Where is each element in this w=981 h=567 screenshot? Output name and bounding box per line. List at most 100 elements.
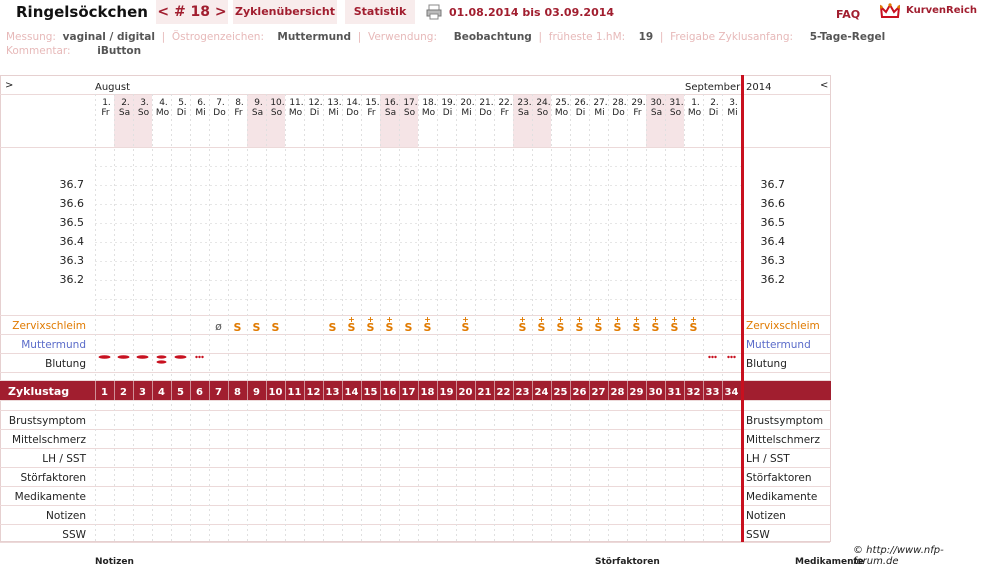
bleeding-medium xyxy=(117,355,130,359)
cycle-day-number: 23 xyxy=(516,387,530,398)
date-label: 3. xyxy=(729,98,738,108)
date-label: 15. xyxy=(365,98,379,108)
bleeding-medium xyxy=(136,355,149,359)
weekday-label: Sa xyxy=(119,108,130,118)
row-label-cervix_pos: Muttermund xyxy=(21,339,86,351)
cycle-day-number: 19 xyxy=(440,387,454,398)
temp-tick-left: 36.5 xyxy=(60,216,85,229)
weekday-label: Mi xyxy=(461,108,471,118)
weekday-label: Sa xyxy=(385,108,396,118)
row-label-lh: LH / SST xyxy=(42,453,86,465)
cycle-day-number: 21 xyxy=(478,387,492,398)
cervix-mark-s: S xyxy=(272,321,280,334)
date-label: 19. xyxy=(441,98,455,108)
cervix-mark-plus: + xyxy=(595,315,602,324)
cervix-mark-plus: + xyxy=(519,315,526,324)
weekday-label: Mo xyxy=(422,108,436,118)
weekday-label: Mi xyxy=(594,108,604,118)
cycle-day-number: 29 xyxy=(630,387,644,398)
cervix-mark-s: S xyxy=(253,321,261,334)
bleeding-spot xyxy=(195,355,198,359)
row-label-notes: Notizen xyxy=(46,510,86,522)
date-label: 16. xyxy=(384,98,398,108)
date-label: 23. xyxy=(517,98,531,108)
row-label-right-lh: LH / SST xyxy=(746,453,790,465)
date-label: 22. xyxy=(498,98,512,108)
date-label: 13. xyxy=(327,98,341,108)
date-label: 26. xyxy=(574,98,588,108)
weekday-label: Do xyxy=(213,108,226,118)
weekday-label: So xyxy=(138,108,150,118)
row-label-cervix: Zervixschleim xyxy=(12,320,86,332)
bleeding-medium xyxy=(174,355,187,359)
cycle-day-number: 32 xyxy=(687,387,701,398)
cycle-day-number: 4 xyxy=(158,387,165,398)
weekday-label: Sa xyxy=(518,108,529,118)
cervix-mark-plus: + xyxy=(367,315,374,324)
cervix-mark-s: S xyxy=(329,321,337,334)
cervix-mark-plus: + xyxy=(690,315,697,324)
cervix-mark-plus: + xyxy=(633,315,640,324)
cervix-mark-plus: + xyxy=(557,315,564,324)
weekday-label: Fr xyxy=(500,108,509,118)
weekday-label: Di xyxy=(310,108,319,118)
row-label-right-cervix: Zervixschleim xyxy=(746,320,820,332)
cycle-chart: > <August September 20141.Fr2.Sa3.So4.Mo5.D… xyxy=(0,75,831,543)
row-label-right-notes: Notizen xyxy=(746,510,786,522)
cycle-day-number: 27 xyxy=(592,387,606,398)
row-label-right-bleeding: Blutung xyxy=(746,358,787,370)
row-label-bleeding: Blutung xyxy=(45,358,86,370)
date-label: 30. xyxy=(650,98,664,108)
row-label-right-midpain: Mittelschmerz xyxy=(746,434,820,446)
footer-disturb-label: Störfaktoren xyxy=(595,557,660,567)
row-label-ssw: SSW xyxy=(62,529,86,541)
nav-prev-button[interactable]: > xyxy=(5,80,13,91)
bleeding-heavy xyxy=(156,355,167,359)
row-label-right-breast: Brustsymptom xyxy=(746,415,823,427)
date-label: 24. xyxy=(536,98,550,108)
cervix-mark-s: S xyxy=(234,321,242,334)
date-label: 1. xyxy=(691,98,700,108)
date-label: 18. xyxy=(422,98,436,108)
weekday-label: Mi xyxy=(195,108,205,118)
weekday-label: Fr xyxy=(101,108,110,118)
weekday-label: So xyxy=(670,108,682,118)
cycle-day-number: 12 xyxy=(307,387,321,398)
cervix-mark-plus: + xyxy=(386,315,393,324)
date-label: 3. xyxy=(140,98,149,108)
date-label: 10. xyxy=(270,98,284,108)
weekday-label: Sa xyxy=(252,108,263,118)
cycle-day-number: 10 xyxy=(269,387,283,398)
cycle-day-number: 6 xyxy=(196,387,203,398)
weekday-label: Fr xyxy=(633,108,642,118)
cervix-mark-plus: + xyxy=(576,315,583,324)
cycle-day-number: 17 xyxy=(402,387,416,398)
weekday-label: Di xyxy=(177,108,186,118)
weekday-label: Mi xyxy=(727,108,737,118)
date-label: 2. xyxy=(710,98,719,108)
date-label: 31. xyxy=(669,98,683,108)
weekday-label: Di xyxy=(709,108,718,118)
cycle-day-number: 31 xyxy=(668,387,682,398)
row-label-right-meds: Medikamente xyxy=(746,491,817,503)
cycle-day-number: 11 xyxy=(288,387,302,398)
cycle-day-number: 1 xyxy=(101,387,108,398)
copyright[interactable]: © http://www.nfp-forum.de xyxy=(853,545,981,567)
date-label: 29. xyxy=(631,98,645,108)
bleeding-spot xyxy=(711,355,714,359)
cycle-day-number: 22 xyxy=(497,387,511,398)
cervix-mark-plus: + xyxy=(671,315,678,324)
bleeding-spot xyxy=(198,355,201,359)
nav-next-button[interactable]: < xyxy=(820,80,828,91)
row-label-breast: Brustsymptom xyxy=(9,415,86,427)
weekday-label: Di xyxy=(443,108,452,118)
cycle-day-number: 30 xyxy=(649,387,663,398)
bleeding-spot xyxy=(714,355,717,359)
cycle-day-number: 34 xyxy=(725,387,739,398)
weekday-label: Mo xyxy=(156,108,170,118)
bleeding-spot xyxy=(201,355,204,359)
cycle-day-number: 25 xyxy=(554,387,568,398)
temp-tick-right: 36.4 xyxy=(761,235,786,248)
cervix-mark-dry: ø xyxy=(215,320,222,333)
date-label: 27. xyxy=(593,98,607,108)
